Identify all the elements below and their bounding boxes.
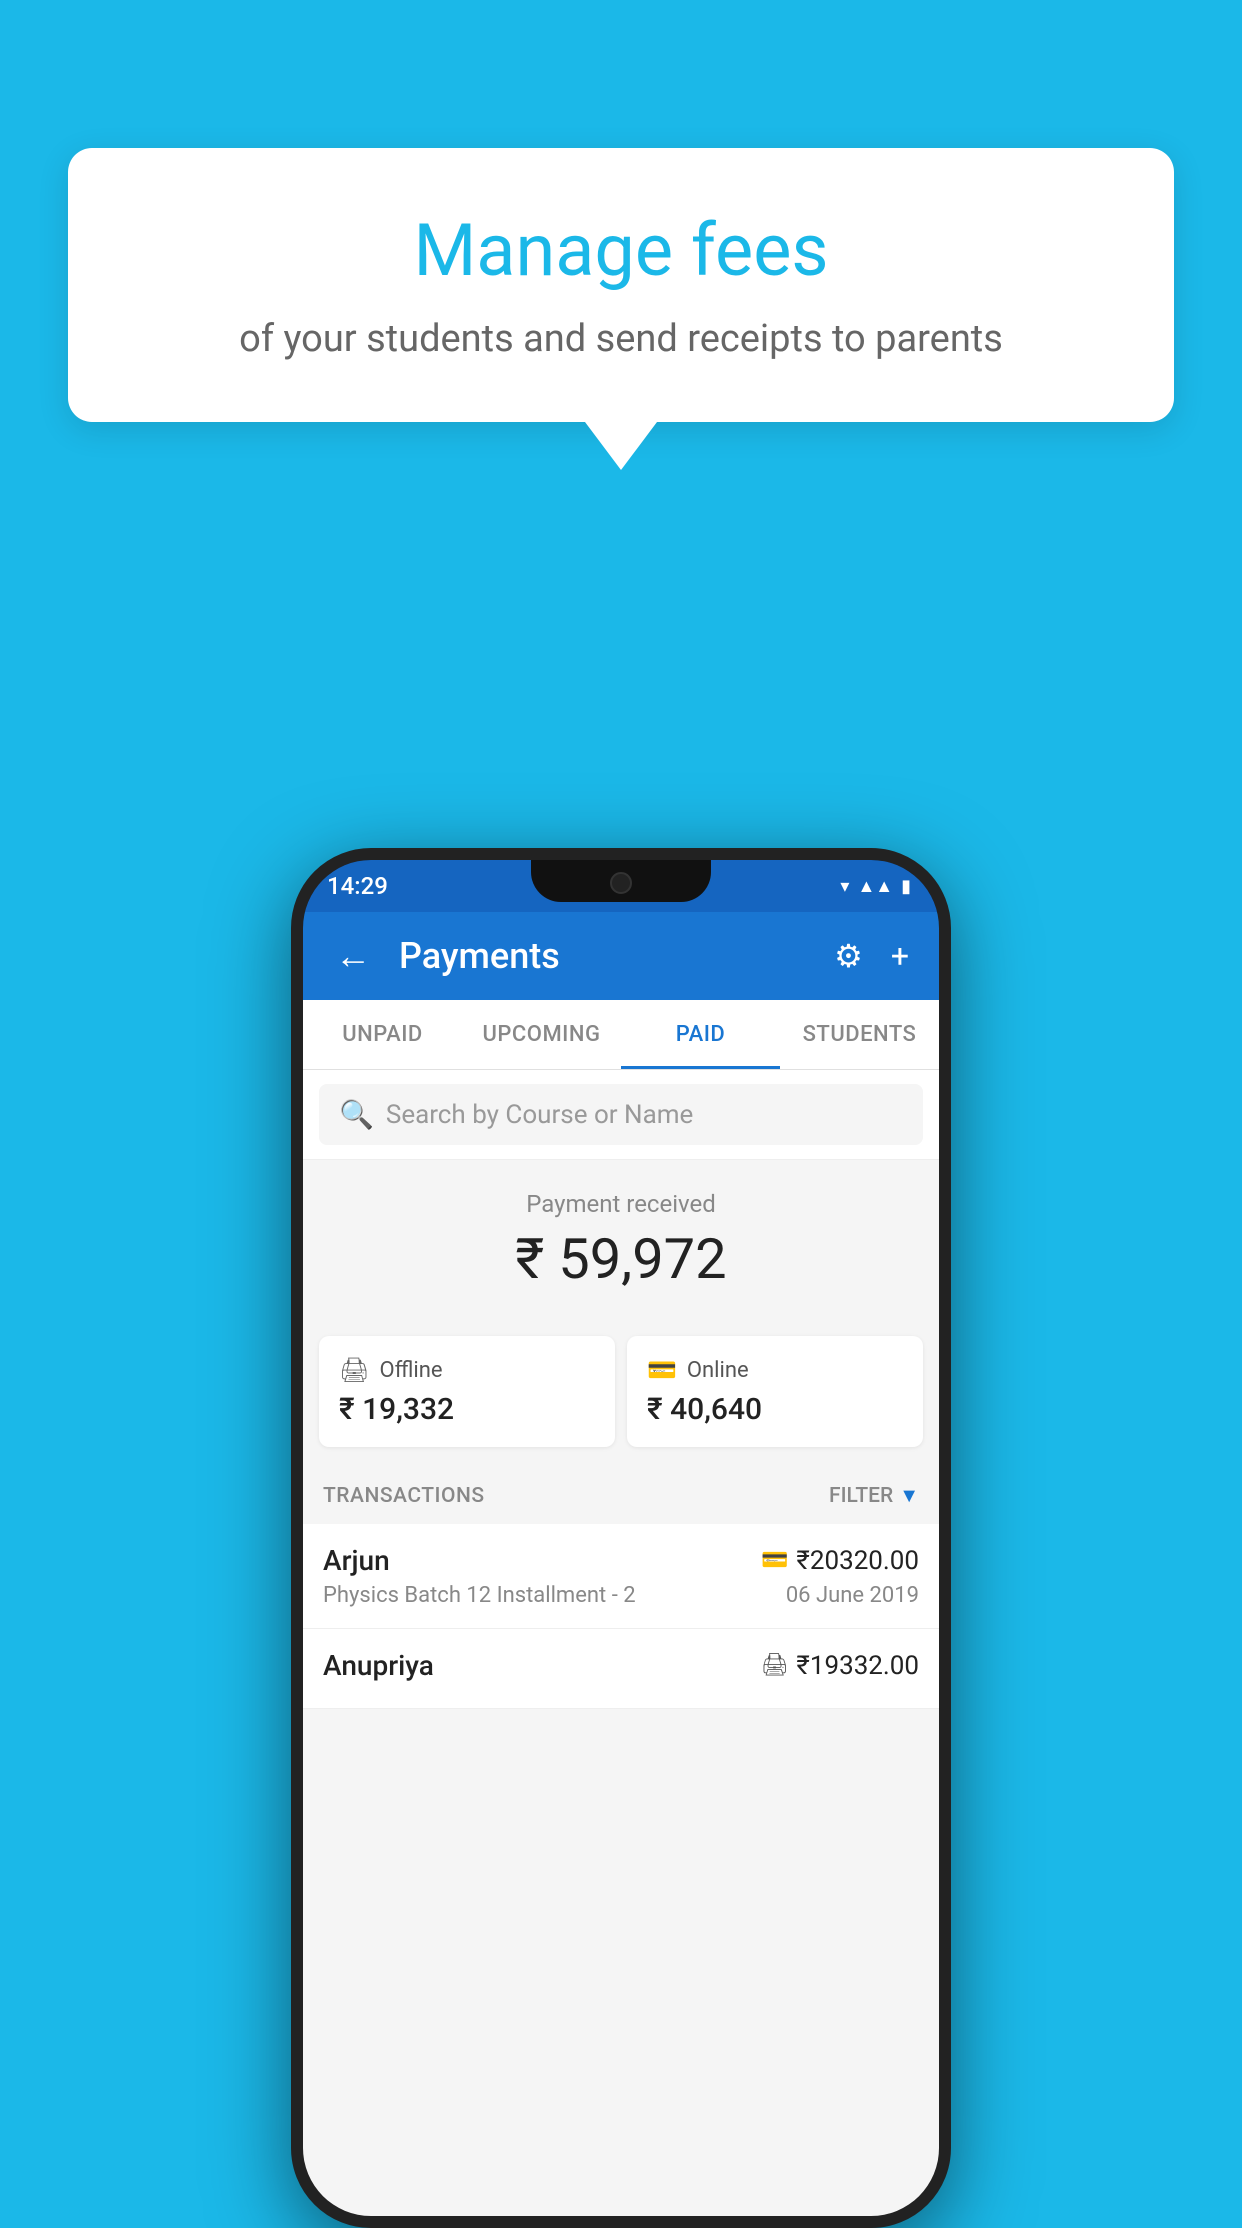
payment-received-section: Payment received ₹ 59,972 [303, 1160, 939, 1336]
phone-camera [610, 872, 632, 894]
transactions-header: TRANSACTIONS FILTER ▼ [303, 1467, 939, 1524]
offline-card-header: 🖨 Offline [339, 1356, 595, 1384]
app-bar-actions: ⚙ + [828, 931, 915, 981]
transaction-amount-wrap: 🖨 ₹19332.00 [760, 1651, 919, 1681]
app-bar-title: Payments [399, 935, 808, 977]
payment-received-amount: ₹ 59,972 [323, 1226, 919, 1292]
bubble-title: Manage fees [116, 208, 1126, 293]
online-card-header: 💳 Online [647, 1356, 903, 1384]
filter-icon: ▼ [899, 1483, 919, 1508]
phone-mockup: 14:29 ▾ ▲▲ ▮ ← Payments ⚙ + UNPAID UPCOM… [291, 848, 951, 2228]
online-amount: ₹ 40,640 [647, 1392, 903, 1427]
filter-label: FILTER [829, 1484, 893, 1508]
phone-notch [531, 860, 711, 902]
transaction-date: 06 June 2019 [786, 1583, 919, 1608]
transaction-name: Arjun [323, 1544, 390, 1577]
tab-upcoming[interactable]: UPCOMING [462, 1000, 621, 1069]
rupee-payment-icon: 🖨 [760, 1653, 788, 1678]
online-icon: 💳 [647, 1356, 677, 1384]
online-label: Online [687, 1358, 749, 1383]
status-icons: ▾ ▲▲ ▮ [840, 876, 911, 897]
offline-icon: 🖨 [339, 1356, 369, 1384]
tab-paid[interactable]: PAID [621, 1000, 780, 1069]
online-card: 💳 Online ₹ 40,640 [627, 1336, 923, 1447]
bubble-subtitle: of your students and send receipts to pa… [116, 313, 1126, 366]
transaction-course: Physics Batch 12 Installment - 2 [323, 1583, 636, 1608]
transaction-row-top: Arjun 💳 ₹20320.00 [323, 1544, 919, 1577]
transaction-amount-wrap: 💳 ₹20320.00 [761, 1546, 919, 1576]
search-bar-container: 🔍 Search by Course or Name [303, 1070, 939, 1160]
offline-label: Offline [379, 1358, 442, 1383]
transaction-row-bottom: Physics Batch 12 Installment - 2 06 June… [323, 1583, 919, 1608]
status-time: 14:29 [327, 872, 388, 900]
wifi-icon: ▾ [840, 876, 849, 897]
transaction-row-top: Anupriya 🖨 ₹19332.00 [323, 1649, 919, 1682]
table-row[interactable]: Anupriya 🖨 ₹19332.00 [303, 1629, 939, 1709]
back-button[interactable]: ← [327, 927, 379, 985]
tab-students[interactable]: STUDENTS [780, 1000, 939, 1069]
search-bar[interactable]: 🔍 Search by Course or Name [319, 1084, 923, 1145]
offline-card: 🖨 Offline ₹ 19,332 [319, 1336, 615, 1447]
payment-cards: 🖨 Offline ₹ 19,332 💳 Online ₹ 40,640 [303, 1336, 939, 1467]
signal-icon: ▲▲ [857, 876, 893, 897]
payment-received-label: Payment received [323, 1190, 919, 1218]
app-bar: ← Payments ⚙ + [303, 912, 939, 1000]
battery-icon: ▮ [901, 876, 911, 897]
speech-bubble-tail [585, 422, 657, 470]
tab-unpaid[interactable]: UNPAID [303, 1000, 462, 1069]
tab-bar: UNPAID UPCOMING PAID STUDENTS [303, 1000, 939, 1070]
phone-content: 🔍 Search by Course or Name Payment recei… [303, 1070, 939, 2218]
search-icon: 🔍 [339, 1098, 374, 1131]
settings-icon[interactable]: ⚙ [828, 931, 869, 981]
table-row[interactable]: Arjun 💳 ₹20320.00 Physics Batch 12 Insta… [303, 1524, 939, 1629]
offline-amount: ₹ 19,332 [339, 1392, 595, 1427]
transaction-amount: ₹19332.00 [796, 1651, 919, 1681]
speech-bubble-container: Manage fees of your students and send re… [68, 148, 1174, 470]
filter-button[interactable]: FILTER ▼ [829, 1483, 919, 1508]
transactions-label: TRANSACTIONS [323, 1484, 485, 1508]
speech-bubble: Manage fees of your students and send re… [68, 148, 1174, 422]
transaction-amount: ₹20320.00 [796, 1546, 919, 1576]
add-icon[interactable]: + [885, 931, 915, 981]
transaction-name: Anupriya [323, 1649, 434, 1682]
search-placeholder: Search by Course or Name [386, 1100, 693, 1130]
card-payment-icon: 💳 [761, 1548, 788, 1573]
